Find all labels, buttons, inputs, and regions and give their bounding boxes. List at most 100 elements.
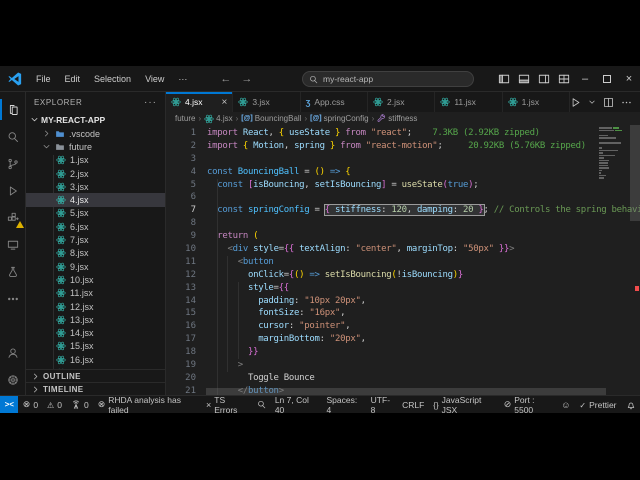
menu-[interactable]: ··· <box>171 70 194 88</box>
maximize-button[interactable] <box>596 66 618 92</box>
tab-11.jsx[interactable]: 11.jsx <box>435 92 502 112</box>
bell-icon <box>626 400 636 410</box>
file-label: 1.jsx <box>70 155 89 165</box>
account-icon[interactable] <box>0 339 26 366</box>
close-button[interactable]: × <box>618 66 640 92</box>
layout-custom-icon[interactable] <box>554 66 574 92</box>
breadcrumb-item-4.jsx[interactable]: 4.jsx <box>204 114 232 124</box>
menu-selection[interactable]: Selection <box>87 70 138 88</box>
tab-4.jsx[interactable]: 4.jsx× <box>166 92 233 112</box>
code-line-14: 14 padding: "10px 20px", <box>166 295 640 308</box>
status-feedback[interactable]: ☺ <box>557 396 575 413</box>
selection-highlight: { stiffness: 120, damping: 20 } <box>325 205 484 215</box>
breadcrumb-item-future[interactable]: future <box>175 114 195 123</box>
status-bell[interactable] <box>621 396 640 413</box>
status-prettier[interactable]: ✓Prettier <box>575 396 621 413</box>
more-icon[interactable] <box>621 97 632 108</box>
tree-item-1.jsx[interactable]: 1.jsx <box>26 154 165 167</box>
settings-gear-icon[interactable] <box>0 366 26 393</box>
tree-item-6.jsx[interactable]: 6.jsx <box>26 220 165 233</box>
command-center-search[interactable]: my-react-app <box>302 71 474 87</box>
tree-item-.vscode[interactable]: .vscode <box>26 127 165 140</box>
vertical-scrollbar[interactable] <box>630 125 640 221</box>
tree-item-11.jsx[interactable]: 11.jsx <box>26 287 165 300</box>
history-back-icon[interactable]: ← <box>220 73 231 85</box>
tree-item-9.jsx[interactable]: 9.jsx <box>26 260 165 273</box>
status-rhda-analysis-has-failed[interactable]: ⊗RHDA analysis has failed <box>93 396 201 413</box>
minimap[interactable] <box>599 127 629 179</box>
breadcrumb-item-stiffness[interactable]: stiffness <box>377 114 417 123</box>
tree-item-7.jsx[interactable]: 7.jsx <box>26 233 165 246</box>
status-javascript-jsx[interactable]: {}JavaScript JSX <box>429 396 499 413</box>
code-editor[interactable]: 1import React, { useState } from "react"… <box>166 125 640 395</box>
tree-item-17.jsx[interactable]: 17.jsx <box>26 366 165 369</box>
status-ts-errors[interactable]: ×TS Errors <box>202 396 253 413</box>
minimap-line <box>599 132 629 134</box>
tree-item-10.jsx[interactable]: 10.jsx <box>26 273 165 286</box>
status-port-5500[interactable]: ⊘Port : 5500 <box>499 396 557 413</box>
layout-sidebar-icon[interactable] <box>494 66 514 92</box>
breadcrumb-item-springConfig[interactable]: [@]springConfig <box>310 114 368 123</box>
tab-2.jsx[interactable]: 2.jsx <box>368 92 435 112</box>
tree-item-15.jsx[interactable]: 15.jsx <box>26 340 165 353</box>
code-line-18: 18 }} <box>166 346 640 359</box>
status-crlf[interactable]: CRLF <box>398 396 429 413</box>
explorer-more-icon[interactable]: ··· <box>144 97 157 108</box>
status-spaces-4[interactable]: Spaces: 4 <box>322 396 366 413</box>
tree-item-2.jsx[interactable]: 2.jsx <box>26 167 165 180</box>
minimap-line <box>599 172 629 174</box>
layout-panel-icon[interactable] <box>514 66 534 92</box>
tree-item-16.jsx[interactable]: 16.jsx <box>26 353 165 366</box>
run-debug-icon[interactable] <box>0 177 26 204</box>
menu-view[interactable]: View <box>138 70 171 88</box>
tree-item-14.jsx[interactable]: 14.jsx <box>26 326 165 339</box>
tab-3.jsx[interactable]: 3.jsx <box>233 92 300 112</box>
react-file-icon <box>56 248 66 258</box>
menu-edit[interactable]: Edit <box>58 70 88 88</box>
history-forward-icon[interactable]: → <box>241 73 252 85</box>
breadcrumb[interactable]: future›4.jsx›[@]BouncingBall›[@]springCo… <box>166 112 640 125</box>
close-tab-icon[interactable]: × <box>221 97 227 108</box>
timeline-section[interactable]: TIMELINE <box>26 382 165 395</box>
tab-App.css[interactable]: ʒApp.css <box>301 92 368 112</box>
menu-file[interactable]: File <box>29 70 58 88</box>
status-text: CRLF <box>402 400 424 410</box>
run-icon[interactable] <box>570 97 581 108</box>
file-label: 15.jsx <box>70 341 94 351</box>
outline-section[interactable]: OUTLINE <box>26 369 165 382</box>
status-utf-8[interactable]: UTF-8 <box>366 396 397 413</box>
remote-indicator[interactable]: >< <box>0 396 18 413</box>
line-number: 6 <box>166 191 196 204</box>
remote-explorer-icon[interactable] <box>0 231 26 258</box>
testing-icon[interactable] <box>0 258 26 285</box>
warning-icon: ⚠ <box>47 400 54 410</box>
status-ln-7-col-40[interactable]: Ln 7, Col 40 <box>270 396 322 413</box>
layout-right-icon[interactable] <box>534 66 554 92</box>
circle-slash-icon: ⊘ <box>504 399 512 410</box>
chevron-down-icon[interactable] <box>588 98 596 106</box>
tab-1.jsx[interactable]: 1.jsx <box>503 92 570 112</box>
status-0[interactable]: ⚠0 <box>43 396 67 413</box>
breadcrumb-item-BouncingBall[interactable]: [@]BouncingBall <box>241 114 301 123</box>
source-control-icon[interactable] <box>0 150 26 177</box>
more-icon[interactable] <box>0 285 26 312</box>
split-editor-icon[interactable] <box>603 97 614 108</box>
tree-item-4.jsx[interactable]: 4.jsx <box>26 193 165 206</box>
tree-item-future[interactable]: future <box>26 140 165 153</box>
status-0[interactable]: ⊗0 <box>18 396 42 413</box>
extensions-icon[interactable] <box>0 204 26 231</box>
outline-label: OUTLINE <box>43 372 81 381</box>
tree-item-13.jsx[interactable]: 13.jsx <box>26 313 165 326</box>
tree-item-12.jsx[interactable]: 12.jsx <box>26 300 165 313</box>
tree-item-8.jsx[interactable]: 8.jsx <box>26 247 165 260</box>
minimize-button[interactable]: – <box>574 66 596 92</box>
tree-item-5.jsx[interactable]: 5.jsx <box>26 207 165 220</box>
code-line-3: 3 <box>166 153 640 166</box>
project-root-row[interactable]: MY-REACT-APP <box>26 112 165 127</box>
explorer-icon[interactable] <box>0 96 26 123</box>
status-0[interactable]: 0 <box>66 396 93 413</box>
tree-item-3.jsx[interactable]: 3.jsx <box>26 180 165 193</box>
search-icon[interactable] <box>0 123 26 150</box>
status-magnify[interactable] <box>252 396 270 413</box>
minimap-line <box>599 127 629 129</box>
